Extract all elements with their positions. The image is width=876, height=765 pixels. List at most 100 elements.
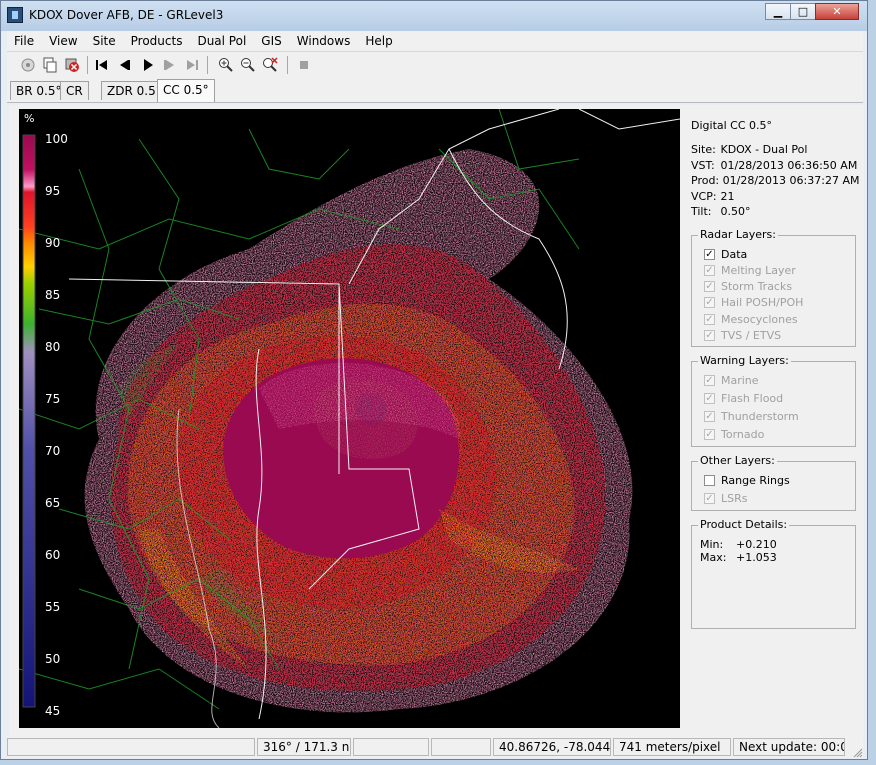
previous-frame-icon[interactable] (115, 56, 133, 74)
product-tabs: BR 0.5° CR ZDR 0.5° CC 0.5° (7, 78, 863, 103)
checkbox-tvs: TVS / ETVS (704, 329, 781, 342)
close-button[interactable]: ✕ (815, 3, 859, 20)
checkbox-marine: Marine (704, 374, 759, 387)
status-lat-lon: 40.86726, -78.04431 (493, 738, 611, 756)
colorbar-label: 55 (45, 600, 61, 614)
checkbox-storm-tracks: Storm Tracks (704, 280, 792, 293)
checkbox-icon (704, 281, 715, 292)
window-title: KDOX Dover AFB, DE - GRLevel3 (29, 8, 224, 22)
toolbar-separator (207, 56, 208, 74)
product-details-title: Product Details: (698, 518, 790, 531)
product-details-group: Product Details: Min: +0.210 Max: +1.053 (691, 518, 856, 629)
colorbar-label: 70 (45, 444, 61, 458)
first-frame-icon[interactable] (93, 56, 111, 74)
radar-layers-title: Radar Layers: (698, 228, 778, 241)
checkbox-thunderstorm: Thunderstorm (704, 410, 799, 423)
colorbar-label: 95 (45, 184, 61, 198)
resize-grip-icon[interactable] (853, 748, 863, 758)
stop-icon (295, 56, 313, 74)
checkbox-icon (704, 411, 715, 422)
checkbox-icon[interactable] (704, 475, 715, 486)
colorbar-label: 50 (45, 652, 61, 666)
checkbox-data[interactable]: Data (704, 248, 747, 261)
status-field-empty (431, 738, 491, 756)
checkbox-hail: Hail POSH/POH (704, 296, 803, 309)
tab-cr[interactable]: CR (60, 81, 89, 100)
colorbar-label: 45 (45, 704, 61, 718)
minimize-button[interactable]: ▁ (765, 3, 791, 20)
zoom-reset-icon[interactable] (261, 56, 279, 74)
copy-icon[interactable] (41, 56, 59, 74)
status-field-empty (7, 738, 255, 756)
menu-windows[interactable]: Windows (290, 34, 359, 48)
tab-br[interactable]: BR 0.5° (10, 81, 68, 100)
radar-echo-rings (84, 149, 633, 713)
checkbox-icon (704, 265, 715, 276)
menu-view[interactable]: View (42, 34, 85, 48)
colorbar-label: 85 (45, 288, 61, 302)
checkbox-lsrs: LSRs (704, 492, 748, 505)
detail-min: Min: +0.210 (700, 538, 777, 551)
checkbox-icon (704, 297, 715, 308)
colorbar (22, 134, 36, 708)
colorbar-label: 90 (45, 236, 61, 250)
status-field-empty (353, 738, 429, 756)
colorbar-label: 60 (45, 548, 61, 562)
main-area: % 100 95 90 85 80 75 70 65 60 55 50 45 D… (9, 105, 864, 736)
grlevel3-app-icon[interactable] (7, 7, 23, 23)
info-site: Site: KDOX - Dual Pol (691, 143, 808, 156)
maximize-button[interactable]: □ (790, 3, 816, 20)
app-window: KDOX Dover AFB, DE - GRLevel3 ▁ □ ✕ File… (0, 0, 868, 760)
radar-display[interactable]: % 100 95 90 85 80 75 70 65 60 55 50 45 (19, 109, 680, 728)
info-tilt: Tilt: 0.50° (691, 205, 751, 218)
status-bar: 316° / 171.3 nm 40.86726, -78.04431 741 … (7, 736, 863, 758)
menu-dual-pol[interactable]: Dual Pol (190, 34, 254, 48)
warning-layers-title: Warning Layers: (698, 354, 791, 367)
checkbox-icon (704, 375, 715, 386)
checkbox-icon (704, 330, 715, 341)
checkbox-icon (704, 314, 715, 325)
checkbox-icon (704, 493, 715, 504)
zoom-in-icon[interactable] (217, 56, 235, 74)
colorbar-label: 80 (45, 340, 61, 354)
other-layers-group: Other Layers: Range Rings LSRs (691, 454, 856, 511)
zoom-out-icon[interactable] (239, 56, 257, 74)
play-icon[interactable] (139, 56, 157, 74)
toolbar-separator (287, 56, 288, 74)
checkbox-range-rings[interactable]: Range Rings (704, 474, 790, 487)
checkbox-icon (704, 393, 715, 404)
menu-products[interactable]: Products (124, 34, 191, 48)
radar-map[interactable] (19, 109, 680, 728)
warning-layers-group: Warning Layers: Marine Flash Flood Thund… (691, 354, 856, 447)
menu-bar: File View Site Products Dual Pol GIS Win… (7, 31, 863, 51)
detail-max: Max: +1.053 (700, 551, 777, 564)
radar-layers-group: Radar Layers: Data Melting Layer Storm T… (691, 228, 856, 347)
menu-file[interactable]: File (7, 34, 42, 48)
info-vst: VST: 01/28/2013 06:36:50 AM (691, 159, 858, 172)
next-frame-icon (161, 56, 179, 74)
title-bar[interactable]: KDOX Dover AFB, DE - GRLevel3 ▁ □ ✕ (1, 1, 867, 31)
info-prod: Prod: 01/28/2013 06:37:27 AM (691, 174, 860, 187)
checkbox-icon (704, 429, 715, 440)
checkbox-mesocyclones: Mesocyclones (704, 313, 798, 326)
toolbar (7, 51, 863, 79)
checkbox-icon[interactable] (704, 249, 715, 260)
menu-site[interactable]: Site (86, 34, 124, 48)
archive-icon[interactable] (19, 56, 37, 74)
colorbar-label: 75 (45, 392, 61, 406)
status-bearing-range: 316° / 171.3 nm (257, 738, 351, 756)
info-panel: Digital CC 0.5° Site: KDOX - Dual Pol VS… (682, 109, 864, 733)
layers-icon[interactable] (63, 56, 81, 74)
other-layers-title: Other Layers: (698, 454, 777, 467)
colorbar-unit: % (24, 112, 35, 125)
menu-gis[interactable]: GIS (254, 34, 289, 48)
toolbar-separator (87, 56, 88, 74)
checkbox-melting-layer: Melting Layer (704, 264, 796, 277)
checkbox-tornado: Tornado (704, 428, 764, 441)
colorbar-label: 100 (45, 132, 68, 146)
menu-help[interactable]: Help (358, 34, 400, 48)
colorbar-label: 65 (45, 496, 61, 510)
tab-cc[interactable]: CC 0.5° (157, 79, 215, 102)
info-vcp: VCP: 21 (691, 190, 735, 203)
status-resolution: 741 meters/pixel (613, 738, 731, 756)
